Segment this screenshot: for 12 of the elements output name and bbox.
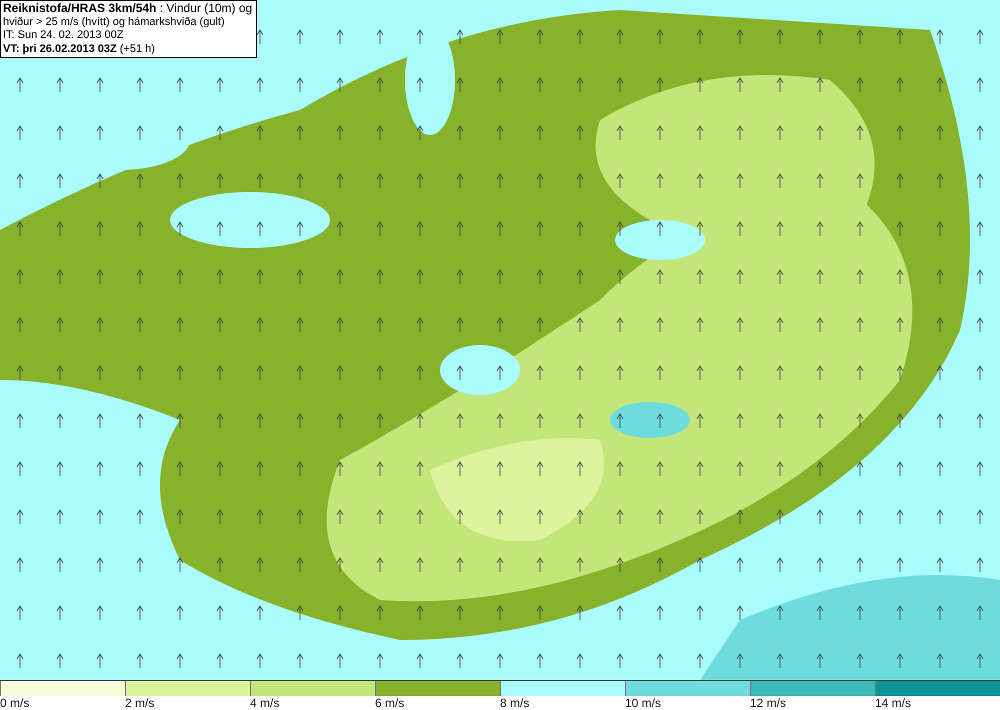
legend-label: 0 m/s [0,696,30,710]
info-text: Reiknistofa/HRAS 3km/54h : Vindur (10m) og [3,2,252,16]
info-text: hviður > 25 m/s (hvítt) og hámarkshviða (gult) [3,16,226,29]
legend-label: 2 m/s [125,696,154,710]
info-text: IT: Sun 24. 02. 2013 00Z [3,29,124,42]
legend-label: 14 m/s [875,696,912,710]
legend-label: 8 m/s [500,696,530,710]
legend-label: 12 m/s [750,696,786,710]
info-text: VT: þri 26.02.2013 03Z (+51 h) [3,42,156,56]
legend-label: 4 m/s [250,696,280,710]
legend-label: 6 m/s [375,696,404,710]
legend-label: 10 m/s [625,696,662,710]
